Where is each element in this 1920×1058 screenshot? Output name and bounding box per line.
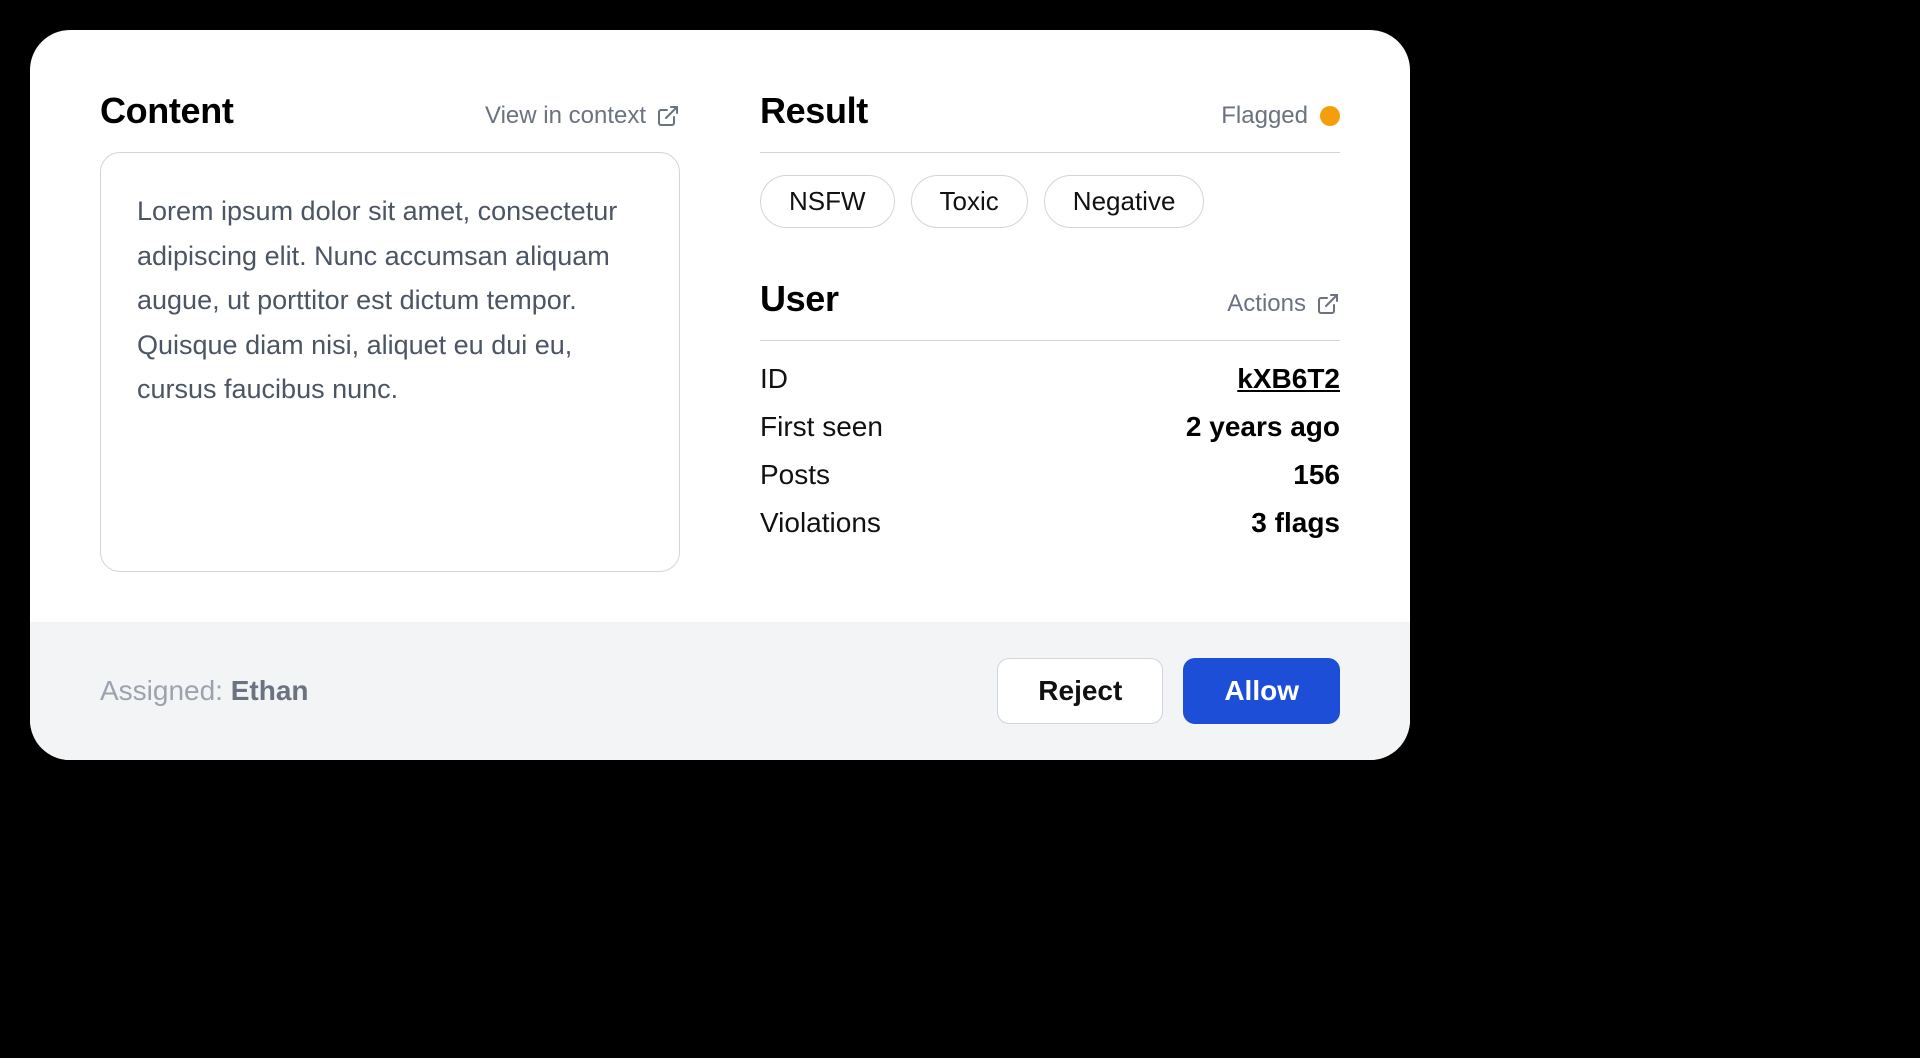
footer-actions: Reject Allow xyxy=(997,658,1340,724)
user-row-value: 3 flags xyxy=(1251,507,1340,539)
content-section: Content View in context Lorem ipsum dolo… xyxy=(100,90,680,572)
view-in-context-link[interactable]: View in context xyxy=(485,102,680,130)
tag-toxic: Toxic xyxy=(911,175,1028,228)
external-link-icon xyxy=(656,104,680,128)
main-area: Content View in context Lorem ipsum dolo… xyxy=(30,30,1410,622)
user-section: User Actions ID xyxy=(760,278,1340,555)
status-dot-icon xyxy=(1320,106,1340,126)
tag-negative: Negative xyxy=(1044,175,1205,228)
footer: Assigned: Ethan Reject Allow xyxy=(30,622,1410,760)
assigned-text: Assigned: Ethan xyxy=(100,675,309,707)
user-header: User Actions xyxy=(760,278,1340,320)
user-divider xyxy=(760,340,1340,341)
moderation-card: Content View in context Lorem ipsum dolo… xyxy=(30,30,1410,760)
user-row-label: Posts xyxy=(760,459,830,491)
user-row-label: First seen xyxy=(760,411,883,443)
user-row-posts: Posts 156 xyxy=(760,459,1340,491)
allow-button[interactable]: Allow xyxy=(1183,658,1340,724)
view-in-context-label: View in context xyxy=(485,102,646,130)
user-row-label: Violations xyxy=(760,507,881,539)
user-row-label: ID xyxy=(760,363,788,395)
user-row-violations: Violations 3 flags xyxy=(760,507,1340,539)
content-body: Lorem ipsum dolor sit amet, consectetur … xyxy=(100,152,680,572)
user-actions-label: Actions xyxy=(1227,290,1306,318)
external-link-icon xyxy=(1316,292,1340,316)
user-id-link[interactable]: kXB6T2 xyxy=(1237,363,1340,395)
result-status: Flagged xyxy=(1221,102,1340,130)
assigned-name: Ethan xyxy=(231,675,309,706)
user-row-id: ID kXB6T2 xyxy=(760,363,1340,395)
right-column: Result Flagged NSFW Toxic Negative User xyxy=(760,90,1340,572)
content-title: Content xyxy=(100,90,233,132)
result-header: Result Flagged xyxy=(760,90,1340,132)
assigned-label: Assigned: xyxy=(100,675,231,706)
result-divider xyxy=(760,152,1340,153)
result-tags: NSFW Toxic Negative xyxy=(760,175,1340,228)
tag-nsfw: NSFW xyxy=(760,175,895,228)
content-header: Content View in context xyxy=(100,90,680,132)
user-row-value: 2 years ago xyxy=(1186,411,1340,443)
result-status-label: Flagged xyxy=(1221,102,1308,130)
result-title: Result xyxy=(760,90,868,132)
result-section: Result Flagged NSFW Toxic Negative xyxy=(760,90,1340,278)
user-row-value: 156 xyxy=(1293,459,1340,491)
user-actions-link[interactable]: Actions xyxy=(1227,290,1340,318)
user-row-first-seen: First seen 2 years ago xyxy=(760,411,1340,443)
user-title: User xyxy=(760,278,839,320)
reject-button[interactable]: Reject xyxy=(997,658,1163,724)
